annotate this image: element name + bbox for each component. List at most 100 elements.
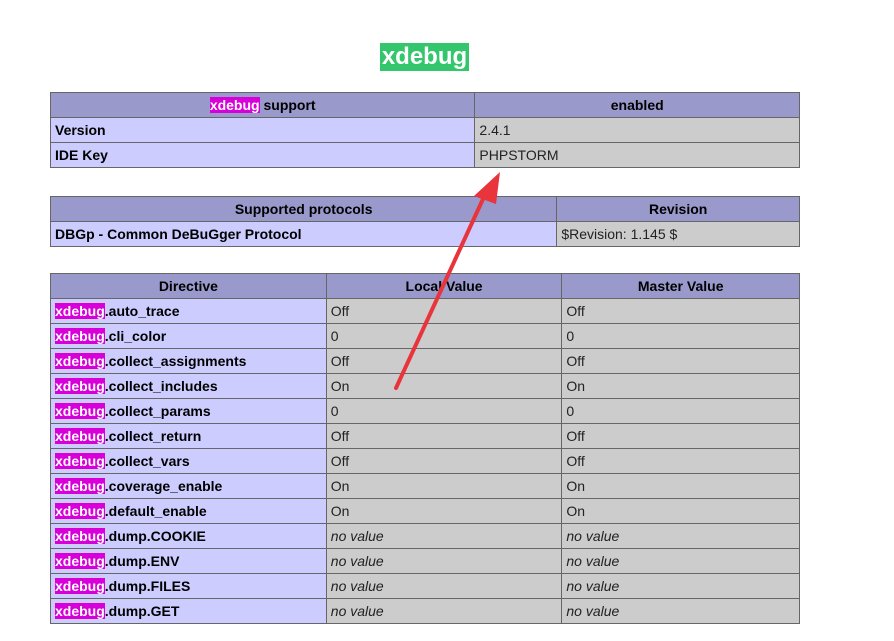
local-value: no value: [325, 523, 563, 549]
directive-suffix: .default_enable: [104, 503, 207, 519]
xdebug-highlight: xdebug: [55, 578, 105, 594]
xdebug-highlight: xdebug: [55, 328, 105, 344]
table-row: xdebug.dump.COOKIE no value no value: [50, 523, 800, 549]
directive-name: xdebug.collect_return: [50, 423, 327, 449]
page-title: xdebug: [380, 43, 469, 71]
xdebug-highlight: xdebug: [55, 378, 105, 394]
xdebug-highlight: xdebug: [55, 553, 105, 569]
version-label: Version: [49, 117, 476, 143]
table-header-row: Directive Local Value Master Value: [50, 273, 800, 299]
master-value: no value: [561, 523, 800, 549]
xdebug-highlight: xdebug: [55, 303, 105, 319]
master-value: On: [561, 373, 800, 399]
master-value: no value: [561, 573, 800, 599]
directive-name: xdebug.dump.ENV: [50, 548, 327, 574]
directive-suffix: .collect_assignments: [104, 353, 247, 369]
local-value: Off: [325, 348, 563, 374]
local-value: Off: [325, 423, 563, 449]
table-row: xdebug.coverage_enable On On: [50, 473, 800, 499]
xdebug-highlight: xdebug: [55, 528, 105, 544]
table-row: xdebug.collect_includes On On: [50, 373, 800, 399]
local-value: On: [325, 373, 563, 399]
table-row: xdebug.collect_return Off Off: [50, 423, 800, 449]
xdebug-support-table: xdebug support enabled Version 2.4.1 IDE…: [49, 92, 800, 168]
directive-suffix: .dump.GET: [104, 603, 180, 619]
master-value: 0: [561, 323, 800, 349]
local-value: 0: [325, 323, 563, 349]
table-row: xdebug.collect_vars Off Off: [50, 448, 800, 474]
protocols-table: Supported protocols Revision DBGp - Comm…: [49, 196, 800, 247]
directive-suffix: .dump.COOKIE: [104, 528, 206, 544]
local-value: no value: [325, 548, 563, 574]
master-value: On: [561, 473, 800, 499]
xdebug-highlight: xdebug: [55, 353, 105, 369]
directive-name: xdebug.cli_color: [50, 323, 327, 349]
ide-key-value: PHPSTORM: [474, 142, 800, 168]
support-header-label: support: [259, 97, 316, 113]
table-row: xdebug.auto_trace Off Off: [50, 298, 800, 324]
table-header-row: xdebug support enabled: [49, 92, 800, 118]
master-value-header: Master Value: [561, 273, 800, 299]
directive-name: xdebug.dump.COOKIE: [50, 523, 327, 549]
directive-name: xdebug.collect_assignments: [50, 348, 327, 374]
directive-suffix: .cli_color: [104, 328, 167, 344]
table-header-row: Supported protocols Revision: [49, 196, 800, 222]
directive-name: xdebug.collect_includes: [50, 373, 327, 399]
directive-name: xdebug.collect_params: [50, 398, 327, 424]
local-value: no value: [325, 573, 563, 599]
directive-suffix: .collect_includes: [104, 378, 218, 394]
master-value: Off: [561, 298, 800, 324]
directive-name: xdebug.collect_vars: [50, 448, 327, 474]
local-value: Off: [325, 298, 563, 324]
xdebug-highlight: xdebug: [55, 403, 105, 419]
master-value: On: [561, 498, 800, 524]
xdebug-highlight: xdebug: [55, 428, 105, 444]
local-value: On: [325, 473, 563, 499]
master-value: Off: [561, 448, 800, 474]
master-value: 0: [561, 398, 800, 424]
directives-table: Directive Local Value Master Value xdebu…: [50, 273, 800, 624]
protocol-name: DBGp - Common DeBuGger Protocol: [49, 221, 558, 247]
master-value: no value: [561, 548, 800, 574]
master-value: Off: [561, 348, 800, 374]
directive-name: xdebug.coverage_enable: [50, 473, 327, 499]
directive-suffix: .collect_return: [104, 428, 202, 444]
table-row: xdebug.dump.ENV no value no value: [50, 548, 800, 574]
table-row: xdebug.collect_params 0 0: [50, 398, 800, 424]
directive-suffix: .collect_vars: [104, 453, 190, 469]
directive-suffix: .coverage_enable: [104, 478, 223, 494]
table-row: xdebug.cli_color 0 0: [50, 323, 800, 349]
table-row: xdebug.dump.FILES no value no value: [50, 573, 800, 599]
directive-name: xdebug.dump.FILES: [50, 573, 327, 599]
local-value: Off: [325, 448, 563, 474]
ide-key-label: IDE Key: [49, 142, 476, 168]
xdebug-highlight: xdebug: [209, 97, 260, 113]
directive-suffix: .dump.FILES: [104, 578, 191, 594]
xdebug-highlight: xdebug: [55, 453, 105, 469]
directive-suffix: .collect_params: [104, 403, 211, 419]
directive-header: Directive: [50, 273, 327, 299]
protocols-header: Supported protocols: [49, 196, 558, 222]
enabled-header: enabled: [474, 92, 800, 118]
directive-name: xdebug.default_enable: [50, 498, 327, 524]
table-row: xdebug.default_enable On On: [50, 498, 800, 524]
revision-header: Revision: [556, 196, 800, 222]
directive-name: xdebug.dump.GET: [50, 598, 327, 624]
table-row: DBGp - Common DeBuGger Protocol $Revisio…: [49, 221, 800, 247]
master-value: no value: [561, 598, 800, 624]
directive-name: xdebug.auto_trace: [50, 298, 327, 324]
protocol-revision: $Revision: 1.145 $: [556, 221, 800, 247]
directive-suffix: .dump.ENV: [104, 553, 180, 569]
master-value: Off: [561, 423, 800, 449]
table-row: IDE Key PHPSTORM: [49, 142, 800, 168]
xdebug-highlight: xdebug: [55, 503, 105, 519]
table-row: Version 2.4.1: [49, 117, 800, 143]
table-row: xdebug.dump.GET no value no value: [50, 598, 800, 624]
local-value: 0: [325, 398, 563, 424]
table-row: xdebug.collect_assignments Off Off: [50, 348, 800, 374]
directive-suffix: .auto_trace: [104, 303, 180, 319]
local-value-header: Local Value: [325, 273, 563, 299]
local-value: On: [325, 498, 563, 524]
support-header: xdebug support: [49, 92, 476, 118]
xdebug-highlight: xdebug: [55, 478, 105, 494]
